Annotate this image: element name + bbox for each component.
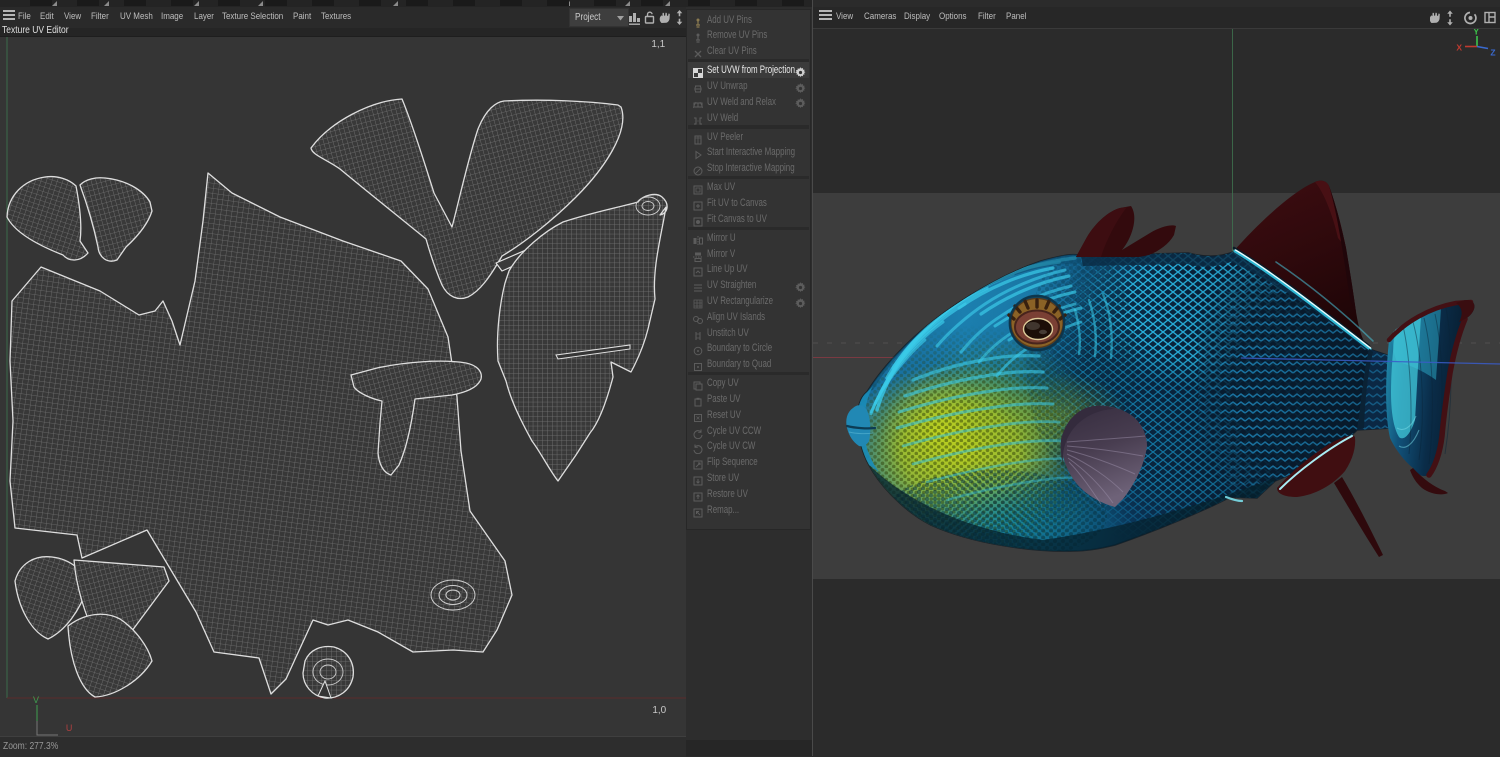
svg-text:X: X xyxy=(1456,42,1462,52)
svg-text:1,0: 1,0 xyxy=(652,705,666,716)
svg-text:V: V xyxy=(33,695,39,705)
svg-text:1,1: 1,1 xyxy=(651,39,665,50)
svg-text:U: U xyxy=(66,723,72,733)
svg-text:Z: Z xyxy=(1490,47,1495,57)
